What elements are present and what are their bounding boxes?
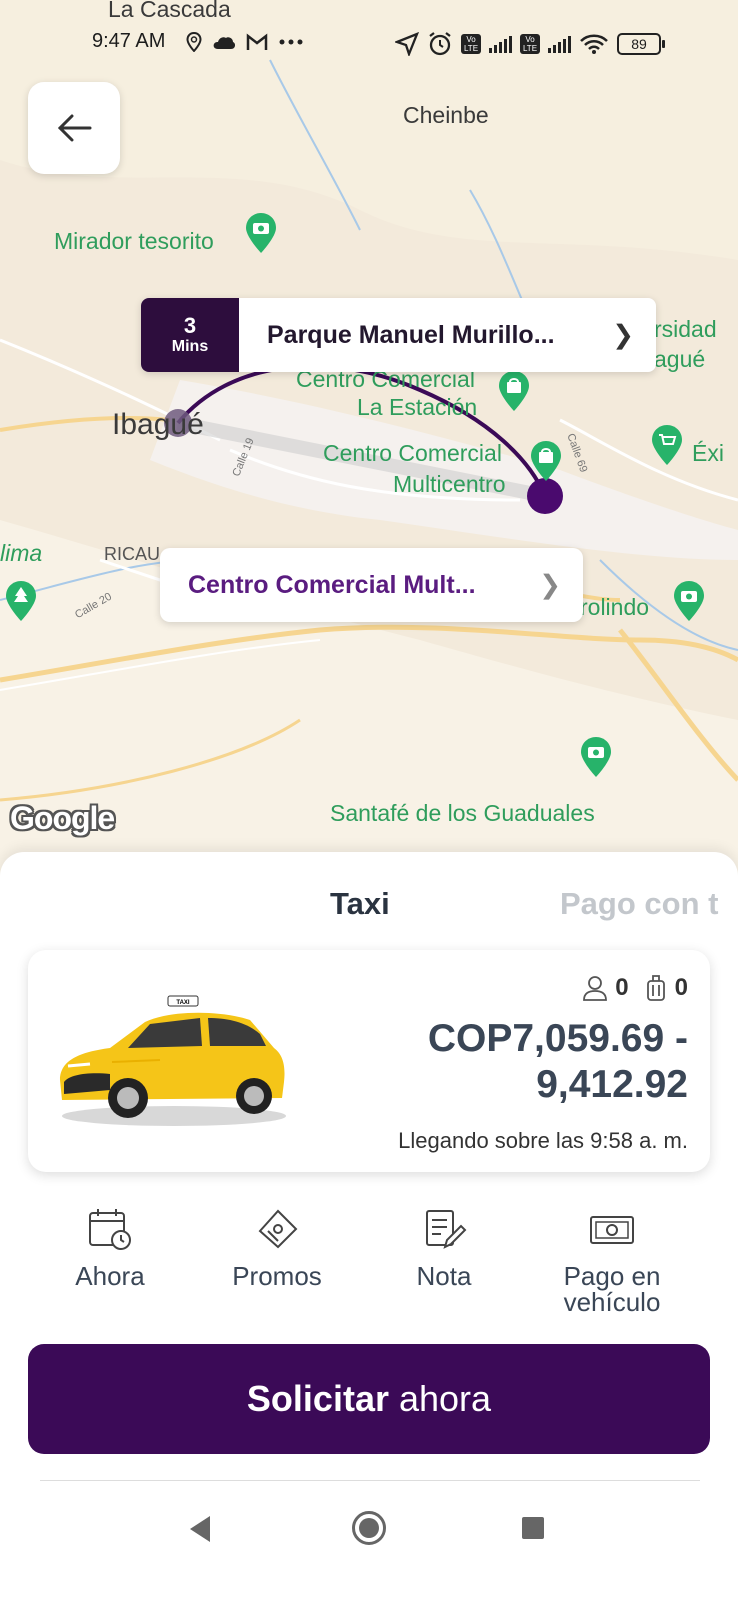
map-label-multicentro-1: Centro Comercial [323, 440, 502, 466]
cash-icon [590, 1216, 634, 1244]
map-label-universidad-1: rsidad [654, 316, 717, 342]
signal-icon [489, 35, 512, 53]
person-icon [583, 976, 608, 1001]
camera-pin-icon [246, 213, 276, 253]
signal-icon [548, 35, 571, 53]
more-icon [279, 39, 303, 45]
status-bar: 9:47 AM Vo LTE Vo LTE 89 [0, 28, 738, 60]
option-promos-label: Promos [232, 1261, 322, 1291]
origin-name: Centro Comercial Mult... [188, 570, 476, 599]
map-label-arrolindo: rolindo [580, 594, 650, 620]
arrival-time: Llegando sobre las 9:58 a. m. [398, 1128, 688, 1153]
volte-icon: Vo LTE [520, 34, 540, 54]
destination-name: Parque Manuel Murillo... [267, 320, 555, 349]
eta-unit: Mins [171, 338, 209, 355]
map-label-ibague: Ibagué [112, 408, 204, 441]
map-label-multicentro-2: Multicentro [393, 471, 506, 497]
cart-pin-icon [652, 425, 682, 465]
luggage-icon [646, 975, 665, 1001]
taxi-sign: TAXI [176, 1000, 190, 1006]
divider [40, 1480, 700, 1481]
map-label-lima: lima [0, 540, 43, 566]
camera-pin-icon [674, 581, 704, 621]
camera-pin-icon [581, 737, 611, 777]
system-nav-bar [0, 1494, 738, 1564]
gmail-icon [246, 33, 268, 50]
tree-pin-icon [6, 581, 36, 621]
status-time: 9:47 AM [92, 30, 166, 52]
request-button-rest: ahora [398, 1378, 492, 1419]
wifi-icon [580, 34, 608, 54]
alarm-icon [429, 32, 451, 56]
map-label-estacion-2: La Estación [357, 394, 478, 420]
eta-badge: 3 Mins [141, 298, 239, 372]
option-note[interactable]: Nota [364, 1207, 524, 1289]
destination-pill[interactable]: 3 Mins Parque Manuel Murillo... ❯ [141, 298, 656, 372]
map-label-exito: Éxi [692, 440, 724, 466]
map-label-santafe: Santafé de los Guaduales [330, 800, 595, 826]
tab-pago-con-tarjeta[interactable]: Pago con t [560, 886, 718, 922]
price-range: COP7,059.69 - 9,412.92 [428, 1016, 688, 1108]
map-label-la-cascada: La Cascada [108, 0, 231, 22]
cloud-icon [213, 37, 236, 49]
nav-recents-icon[interactable] [522, 1517, 544, 1539]
capacity-row: 0 0 [581, 974, 688, 1002]
option-payment-label-2: vehículo [563, 1287, 661, 1317]
price-line-2: 9,412.92 [536, 1063, 688, 1106]
location-pin-icon [186, 32, 202, 52]
chevron-right-icon: ❯ [612, 319, 634, 350]
option-note-label: Nota [416, 1261, 472, 1291]
volte-icon: Vo LTE [461, 34, 481, 54]
battery-icon: 89 [617, 33, 665, 55]
map-label-cheinbe: Cheinbe [403, 102, 489, 128]
google-logo: Google [10, 800, 115, 836]
map-label-mirador: Mirador tesorito [54, 228, 214, 254]
option-payment[interactable]: Pago en vehículo [532, 1207, 692, 1315]
passenger-count: 0 [615, 974, 629, 1001]
chevron-right-icon: ❯ [539, 569, 561, 600]
tab-taxi[interactable]: Taxi [330, 886, 390, 922]
option-promos[interactable]: Promos [197, 1207, 357, 1289]
shopping-pin-icon [499, 371, 529, 411]
eta-value: 3 [183, 313, 197, 338]
calendar-clock-icon [89, 1209, 131, 1250]
option-schedule[interactable]: Ahora [30, 1207, 190, 1289]
vehicle-option-card[interactable]: TAXI 0 0 COP7,059.69 - 9,412.92 Llegando… [28, 950, 710, 1172]
luggage-count: 0 [674, 974, 688, 1001]
request-button-bold: Solicitar [246, 1378, 389, 1419]
map-label-ricaurte: RICAU [104, 544, 161, 564]
origin-pill[interactable]: Centro Comercial Mult... ❯ [160, 548, 583, 622]
note-pencil-icon [426, 1210, 467, 1249]
back-button[interactable] [28, 82, 120, 174]
shopping-pin-icon [531, 441, 561, 481]
option-schedule-label: Ahora [75, 1261, 145, 1291]
map-label-universidad-2: agué [654, 346, 706, 372]
request-now-button[interactable]: Solicitar ahora [28, 1344, 710, 1454]
nav-home-icon[interactable] [352, 1511, 386, 1545]
ticket-icon [258, 1209, 298, 1249]
navigation-arrow-icon [395, 32, 419, 56]
arrow-left-icon [57, 114, 92, 142]
taxi-car-image: TAXI [60, 995, 286, 1126]
bottom-sheet: Taxi Pago con t TAXI 0 0 COP7,059.69 - 9… [0, 852, 738, 1600]
nav-back-icon[interactable] [190, 1516, 210, 1542]
price-line-1: COP7,059.69 - [427, 1017, 688, 1060]
